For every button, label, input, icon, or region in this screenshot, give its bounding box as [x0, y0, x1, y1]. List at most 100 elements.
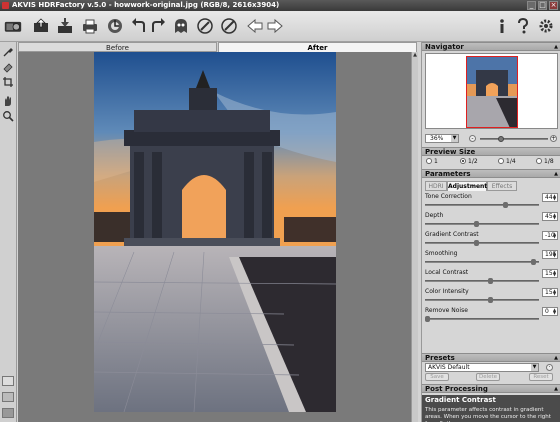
zoom-out-button[interactable]: - [469, 135, 476, 142]
chevron-down-icon: ▼ [451, 135, 458, 142]
presets-header[interactable]: Presets ▲ [422, 353, 560, 362]
save-icon[interactable] [56, 17, 74, 35]
spinner-arrows-icon[interactable]: ▲ ▼ [553, 232, 557, 239]
parameter-slider-track[interactable] [425, 318, 539, 320]
save-preset-button[interactable]: Save [425, 373, 449, 381]
collapse-arrow-icon[interactable]: ▲ [554, 43, 558, 52]
parameter-slider-thumb[interactable] [503, 202, 508, 208]
spinner-arrows-icon[interactable]: ▲ ▼ [553, 308, 557, 315]
redo-icon[interactable] [149, 17, 167, 35]
left-toolbar [0, 42, 17, 422]
scroll-up-arrow-icon[interactable]: ▲ [412, 52, 418, 58]
eraser-icon[interactable] [2, 61, 14, 73]
parameter-slider-track[interactable] [425, 223, 539, 225]
parameter-value-input[interactable]: 44 ▲ ▼ [542, 193, 558, 202]
preview-size-1-2[interactable]: 1/2 [460, 157, 478, 166]
parameter-slider-track[interactable] [425, 280, 539, 282]
parameter-row: Color Intensity 15 ▲ ▼ [425, 288, 558, 306]
maximize-button[interactable]: □ [538, 1, 547, 10]
parameter-label: Gradient Contrast [425, 231, 479, 238]
spinner-arrows-icon[interactable]: ▲ ▼ [553, 194, 557, 201]
parameter-label: Local Contrast [425, 269, 469, 276]
open-icon[interactable] [32, 17, 50, 35]
help-icon[interactable] [514, 17, 532, 35]
spinner-arrows-icon[interactable]: ▲ ▼ [553, 213, 557, 220]
preview-size-1-8[interactable]: 1/8 [536, 157, 554, 166]
parameter-slider-track[interactable] [425, 204, 539, 206]
hdr-factory-icon[interactable] [4, 17, 26, 35]
navigator-header[interactable]: Navigator ▲ [422, 42, 560, 51]
tab-hdri[interactable]: HDRI [425, 181, 447, 191]
minimize-button[interactable]: _ [527, 1, 536, 10]
preview-size-1[interactable]: 1 [426, 157, 438, 166]
parameter-value-input[interactable]: 0 ▲ ▼ [542, 307, 558, 316]
photo-preview [94, 52, 336, 412]
parameter-slider-track[interactable] [425, 261, 539, 263]
parameter-slider-thumb[interactable] [425, 316, 430, 322]
tab-adjustment[interactable]: Adjustment [447, 181, 487, 191]
parameter-slider-track[interactable] [425, 299, 539, 301]
plugin-icon[interactable] [196, 17, 214, 35]
image-canvas[interactable] [18, 52, 411, 422]
spinner-arrows-icon[interactable]: ▲ ▼ [553, 270, 557, 277]
reset-preset-button[interactable]: Reset [529, 373, 553, 381]
close-button[interactable]: × [549, 1, 558, 10]
parameter-value: 15 [545, 289, 553, 296]
tab-before[interactable]: Before [18, 42, 217, 52]
delete-preset-button[interactable]: Delete [476, 373, 500, 381]
settings-icon[interactable] [537, 17, 555, 35]
zoom-select[interactable]: 36% ▼ [425, 134, 459, 143]
collapse-arrow-icon[interactable]: ▲ [554, 170, 558, 179]
background-color-swatch[interactable] [2, 408, 14, 418]
preset-select[interactable]: AKVIS Default ▼ [425, 363, 539, 372]
foreground-color-swatch[interactable] [2, 376, 14, 386]
swap-colors-icon[interactable] [2, 392, 14, 402]
print-icon[interactable] [81, 17, 99, 35]
batch-icon[interactable] [106, 17, 124, 35]
tab-effects[interactable]: Effects [487, 181, 517, 191]
zoom-slider-track[interactable] [480, 138, 548, 140]
parameter-slider-thumb[interactable] [474, 240, 479, 246]
forward-icon[interactable] [266, 17, 284, 35]
canvas-scrollbar[interactable]: ▲ [411, 52, 418, 422]
preset-menu-button[interactable]: · [546, 364, 553, 371]
parameter-value-input[interactable]: 15 ▲ ▼ [542, 269, 558, 278]
parameter-slider-thumb[interactable] [488, 278, 493, 284]
parameter-slider-thumb[interactable] [531, 259, 536, 265]
parameter-value-input[interactable]: 15 ▲ ▼ [542, 288, 558, 297]
parameters-header[interactable]: Parameters ▲ [422, 169, 560, 178]
chevron-down-icon: ▼ [531, 364, 538, 371]
eyedropper-icon[interactable] [2, 46, 14, 58]
parameter-value: 0 [545, 308, 549, 315]
zoom-slider-thumb[interactable] [498, 136, 504, 142]
post-processing-header[interactable]: Post Processing ▲ [422, 384, 560, 393]
collapse-arrow-icon[interactable]: ▲ [554, 385, 558, 394]
preview-size-header: Preview Size [422, 147, 560, 156]
parameter-value-input[interactable]: 45 ▲ ▼ [542, 212, 558, 221]
title-bar: AKVIS HDRFactory v.5.0 - howwork-origina… [0, 0, 560, 11]
preview-size-1-4[interactable]: 1/4 [498, 157, 516, 166]
brush-icon[interactable] [220, 17, 238, 35]
zoom-in-button[interactable]: + [550, 135, 557, 142]
undo-icon[interactable] [130, 17, 148, 35]
parameter-slider-thumb[interactable] [488, 297, 493, 303]
spinner-arrows-icon[interactable]: ▲ ▼ [553, 289, 557, 296]
navigator-preview[interactable] [425, 53, 558, 129]
zoom-icon[interactable] [2, 110, 14, 122]
parameter-slider-thumb[interactable] [474, 221, 479, 227]
parameter-row: Gradient Contrast -10 ▲ ▼ [425, 231, 558, 249]
back-icon[interactable] [246, 17, 264, 35]
parameter-value-input[interactable]: -10 ▲ ▼ [542, 231, 558, 240]
parameter-row: Depth 45 ▲ ▼ [425, 212, 558, 230]
radio-label: 1 [434, 158, 438, 165]
spinner-arrows-icon[interactable]: ▲ ▼ [553, 251, 557, 258]
collapse-arrow-icon[interactable]: ▲ [554, 354, 558, 363]
ghost-icon[interactable] [172, 17, 190, 35]
hand-icon[interactable] [2, 95, 14, 107]
parameter-slider-track[interactable] [425, 242, 539, 244]
parameter-value-input[interactable]: 195 ▲ ▼ [542, 250, 558, 259]
crop-icon[interactable] [2, 76, 14, 88]
parameter-row: Smoothing 195 ▲ ▼ [425, 250, 558, 268]
info-icon[interactable] [493, 17, 511, 35]
tab-after[interactable]: After [218, 42, 417, 52]
